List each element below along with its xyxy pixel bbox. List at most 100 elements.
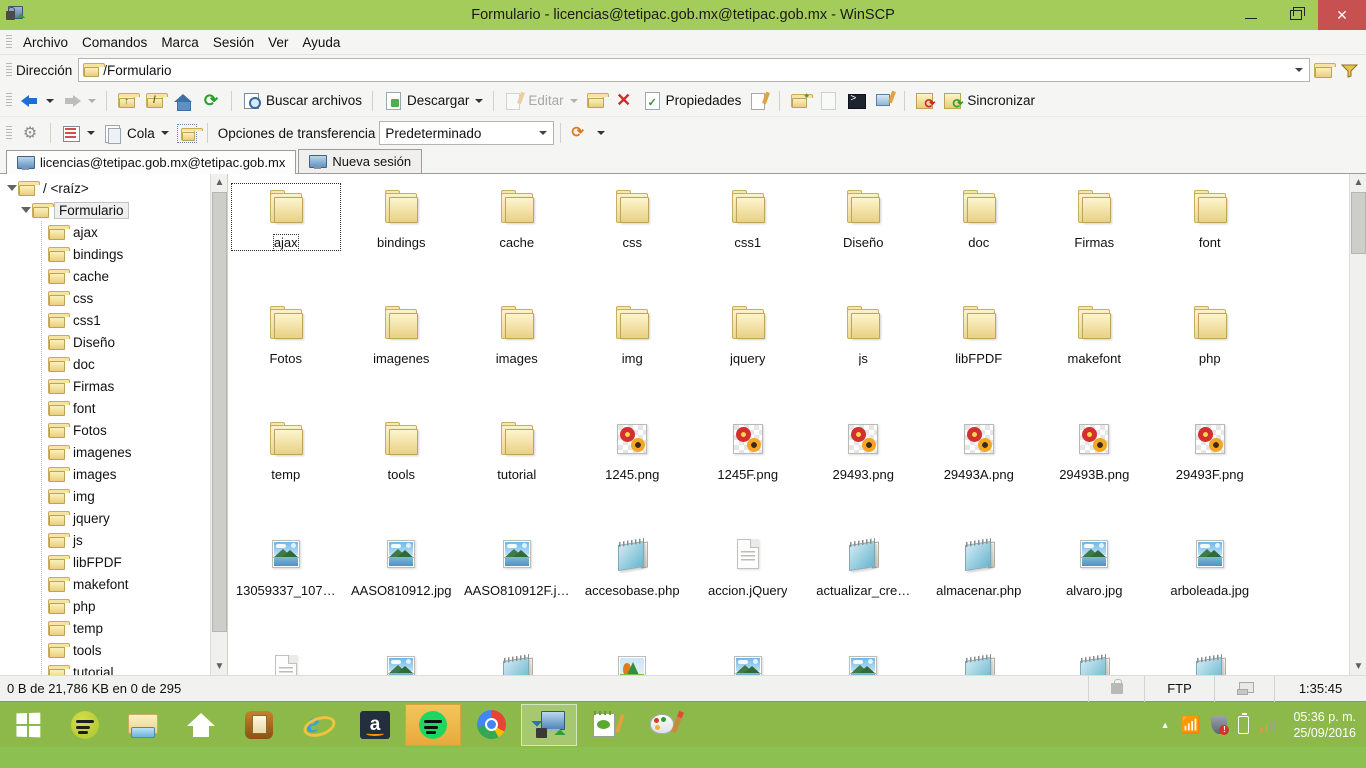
file-item[interactable]: temp — [228, 411, 344, 527]
synchronize-button[interactable]: Sincronizar — [939, 87, 1039, 115]
tree-item-tools[interactable]: tools — [0, 639, 227, 661]
queue-button[interactable]: Cola — [99, 119, 173, 147]
putty-button[interactable] — [870, 87, 898, 115]
chevron-down-icon[interactable] — [1295, 68, 1303, 72]
file-item[interactable]: makefont — [1037, 295, 1153, 411]
new-file-button[interactable] — [814, 87, 842, 115]
file-item[interactable]: 29493A.png — [921, 411, 1037, 527]
file-item[interactable]: doc — [921, 179, 1037, 295]
wifi-icon[interactable]: 📶 — [1181, 715, 1201, 735]
tree-item-css1[interactable]: css1 — [0, 309, 227, 331]
tree-item-img[interactable]: img — [0, 485, 227, 507]
file-item[interactable]: images — [459, 295, 575, 411]
file-item[interactable]: AASO810912.jpg — [344, 527, 460, 643]
file-item[interactable]: bindings — [344, 179, 460, 295]
status-security[interactable] — [1088, 675, 1144, 702]
file-item[interactable] — [806, 643, 922, 675]
file-item[interactable]: accesobase.php — [575, 527, 691, 643]
delete-button[interactable]: ✕ — [610, 87, 638, 115]
menu-archivo[interactable]: Archivo — [16, 32, 75, 53]
file-item[interactable] — [1037, 643, 1153, 675]
file-item[interactable] — [228, 643, 344, 675]
file-scroll-thumb[interactable] — [1351, 192, 1366, 254]
tree-item-font[interactable]: font — [0, 397, 227, 419]
file-scroll-down-icon[interactable]: ▼ — [1350, 658, 1366, 675]
file-item[interactable]: Firmas — [1037, 179, 1153, 295]
tree-item-ajax[interactable]: ajax — [0, 221, 227, 243]
file-item[interactable]: jquery — [690, 295, 806, 411]
tree-item-firmas[interactable]: Firmas — [0, 375, 227, 397]
file-scroll-up-icon[interactable]: ▲ — [1350, 174, 1366, 191]
status-network[interactable] — [1214, 675, 1274, 702]
file-item[interactable]: tutorial — [459, 411, 575, 527]
file-item[interactable] — [921, 643, 1037, 675]
console-button[interactable] — [842, 87, 870, 115]
filter-icon[interactable] — [1336, 57, 1362, 83]
tree-item-tutorial[interactable]: tutorial — [0, 661, 227, 675]
tree-item-css[interactable]: css — [0, 287, 227, 309]
file-item[interactable]: 13059337_107… — [228, 527, 344, 643]
expander-icon[interactable] — [6, 185, 18, 191]
menu-comandos[interactable]: Comandos — [75, 32, 154, 53]
tree-item-makefont[interactable]: makefont — [0, 573, 227, 595]
file-item[interactable] — [344, 643, 460, 675]
signal-bars-icon[interactable] — [1260, 717, 1277, 732]
taskbar-file-explorer[interactable] — [115, 704, 171, 746]
file-item[interactable]: cache — [459, 179, 575, 295]
tray-clock[interactable]: 05:36 p. m. 25/09/2016 — [1287, 709, 1356, 741]
expander-icon[interactable] — [20, 207, 32, 213]
file-item[interactable]: libFPDF — [921, 295, 1037, 411]
maximize-button[interactable] — [1273, 0, 1318, 30]
file-item[interactable]: alvaro.jpg — [1037, 527, 1153, 643]
rename-button[interactable] — [745, 87, 773, 115]
tree-item-bindings[interactable]: bindings — [0, 243, 227, 265]
root-directory-button[interactable]: / — [141, 87, 169, 115]
tree-item-fotos[interactable]: Fotos — [0, 419, 227, 441]
tree-scroll-thumb[interactable] — [212, 192, 227, 632]
tree-scrollbar[interactable]: ▲ ▼ — [210, 174, 227, 675]
address-grip[interactable] — [6, 62, 12, 78]
menu-sesion[interactable]: Sesión — [206, 32, 261, 53]
file-item[interactable]: imagenes — [344, 295, 460, 411]
file-item[interactable]: 29493.png — [806, 411, 922, 527]
queue-settings-button[interactable] — [173, 119, 203, 147]
tree-item-temp[interactable]: temp — [0, 617, 227, 639]
minimize-button[interactable] — [1228, 0, 1273, 30]
tree-item-cache[interactable]: cache — [0, 265, 227, 287]
tab-session-licencias[interactable]: licencias@tetipac.gob.mx@tetipac.gob.mx — [6, 150, 297, 174]
search-files-button[interactable]: Buscar archivos — [238, 87, 366, 115]
synchronized-browsing-button[interactable] — [911, 87, 939, 115]
file-item[interactable]: accion.jQuery — [690, 527, 806, 643]
file-item[interactable]: arboleada.jpg — [1152, 527, 1268, 643]
tree-scroll-up-icon[interactable]: ▲ — [211, 174, 227, 191]
menu-ver[interactable]: Ver — [261, 32, 295, 53]
taskbar-paint[interactable] — [637, 704, 693, 746]
file-item[interactable] — [459, 643, 575, 675]
tree-item--ra-z-[interactable]: / <raíz> — [0, 177, 227, 199]
chevron-up-icon[interactable]: ▲ — [1161, 720, 1170, 730]
title-bar[interactable]: Formulario - licencias@tetipac.gob.mx@te… — [0, 0, 1366, 30]
file-item[interactable] — [1152, 643, 1268, 675]
open-folder-icon[interactable] — [1310, 57, 1336, 83]
view-mode-button[interactable] — [57, 119, 99, 147]
new-directory-button[interactable]: ✦ — [786, 87, 814, 115]
forward-button[interactable] — [58, 87, 100, 115]
file-item[interactable]: almacenar.php — [921, 527, 1037, 643]
menu-ayuda[interactable]: Ayuda — [295, 32, 347, 53]
tree-item-jquery[interactable]: jquery — [0, 507, 227, 529]
file-item[interactable]: AASO810912F.j… — [459, 527, 575, 643]
home-button[interactable] — [169, 87, 197, 115]
taskbar-home[interactable] — [173, 704, 229, 746]
file-item[interactable]: font — [1152, 179, 1268, 295]
parent-directory-button[interactable]: ↑ — [113, 87, 141, 115]
edit-button[interactable]: Editar — [500, 87, 581, 115]
transfer-preset-select[interactable]: Predeterminado — [379, 121, 555, 145]
battery-icon[interactable] — [1238, 712, 1250, 734]
taskbar-amazon[interactable]: a — [347, 704, 403, 746]
file-item[interactable] — [575, 643, 691, 675]
download-button[interactable]: Descargar — [379, 87, 487, 115]
menu-grip[interactable] — [6, 34, 12, 50]
taskbar-spotify-running[interactable] — [405, 703, 461, 746]
file-item[interactable]: tools — [344, 411, 460, 527]
file-scrollbar[interactable]: ▲ ▼ — [1349, 174, 1366, 675]
